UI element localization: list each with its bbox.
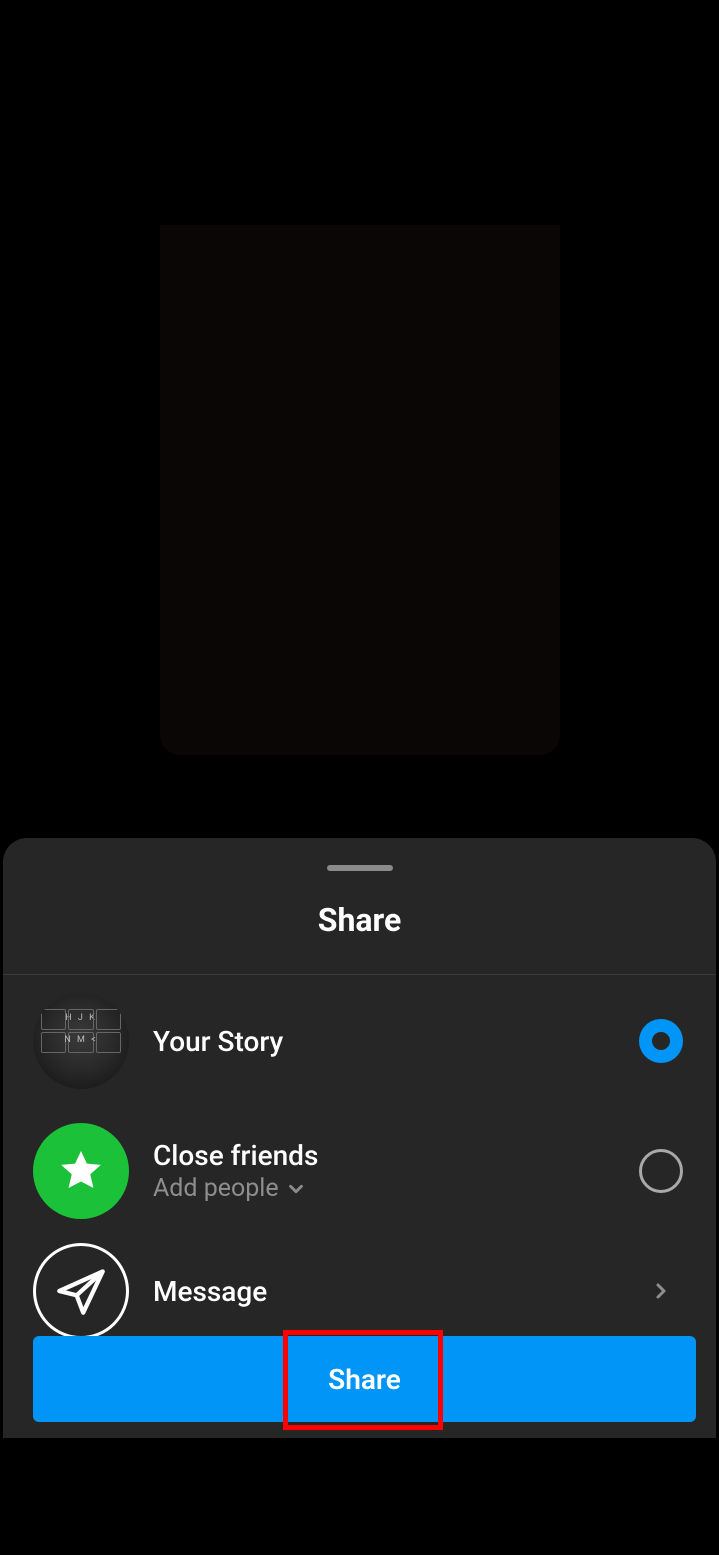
- option-close-friends[interactable]: Close friends Add people: [33, 1113, 686, 1229]
- sheet-title: Share: [3, 901, 716, 939]
- message-icon-wrap: [33, 1243, 129, 1339]
- chevron-down-icon: [285, 1178, 307, 1200]
- close-friends-icon-wrap: [33, 1123, 129, 1219]
- your-story-avatar: [33, 993, 129, 1089]
- your-story-label: Your Story: [153, 1025, 636, 1058]
- share-sheet: Share Your Story: [3, 838, 716, 1438]
- message-label: Message: [153, 1275, 636, 1308]
- star-icon: [33, 1123, 129, 1219]
- story-preview: [160, 15, 560, 755]
- drag-handle[interactable]: [327, 865, 393, 871]
- chevron-right-icon: [636, 1279, 686, 1303]
- send-icon: [33, 1243, 129, 1339]
- share-options: Your Story Close friends Add peop: [3, 975, 716, 1363]
- your-story-radio[interactable]: [639, 1019, 683, 1063]
- share-button-label: Share: [328, 1363, 401, 1396]
- story-preview-top: [160, 15, 560, 225]
- close-friends-label: Close friends: [153, 1139, 636, 1172]
- share-button[interactable]: Share: [33, 1336, 696, 1422]
- close-friends-sublabel: Add people: [153, 1174, 279, 1203]
- close-friends-add-people[interactable]: Add people: [153, 1174, 636, 1203]
- option-your-story[interactable]: Your Story: [33, 975, 686, 1113]
- close-friends-radio[interactable]: [639, 1149, 683, 1193]
